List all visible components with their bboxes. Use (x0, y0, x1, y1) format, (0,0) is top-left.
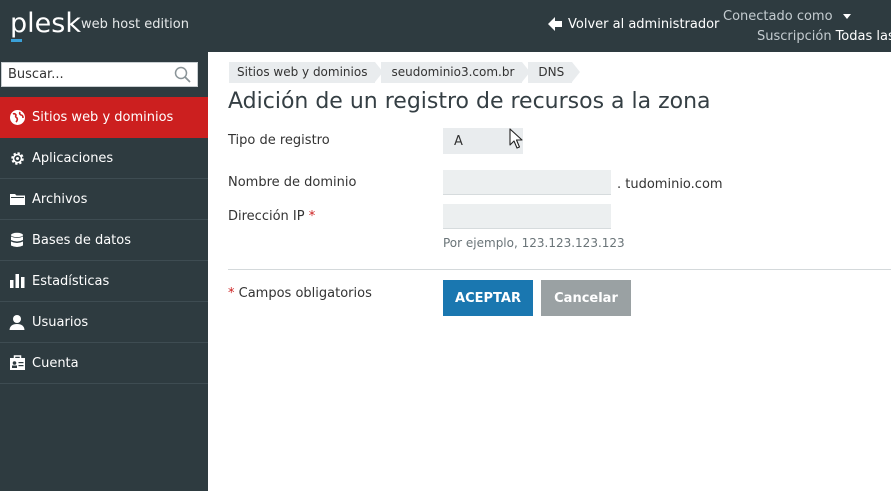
breadcrumb-item-domain[interactable]: seudominio3.com.br (381, 62, 531, 83)
subscription-value: Todas las (835, 29, 891, 44)
sidebar-item-label: Estadísticas (32, 273, 110, 289)
sidebar-item-account[interactable]: Cuenta (0, 343, 208, 384)
domain-suffix: . tudominio.com (617, 177, 723, 192)
cancel-button[interactable]: Cancelar (541, 280, 631, 316)
required-asterisk: * (228, 286, 235, 301)
subscription-label: Suscripción (757, 29, 832, 44)
top-header: plesk web host edition Volver al adminis… (0, 0, 891, 52)
sidebar-item-label: Archivos (32, 191, 88, 207)
bar-chart-icon (8, 272, 26, 290)
breadcrumb-item-websites[interactable]: Sitios web y dominios (229, 62, 384, 83)
ip-address-input[interactable] (443, 204, 611, 229)
sidebar-item-applications[interactable]: Aplicaciones (0, 138, 208, 179)
required-fields-note: * Campos obligatorios (228, 286, 372, 301)
database-icon (8, 231, 26, 249)
sidebar-item-databases[interactable]: Bases de datos (0, 220, 208, 261)
edition-label: web host edition (81, 17, 189, 32)
required-fields-text: Campos obligatorios (238, 286, 372, 301)
ip-address-label: Dirección IP * (228, 209, 315, 224)
gear-icon (8, 149, 26, 167)
plesk-logo[interactable]: plesk (10, 9, 81, 39)
main-content: Sitios web y dominios seudominio3.com.br… (208, 52, 891, 491)
required-asterisk: * (308, 209, 316, 224)
sidebar-item-users[interactable]: Usuarios (0, 302, 208, 343)
mouse-cursor-icon (509, 128, 523, 149)
chevron-down-icon (842, 14, 851, 19)
arrow-left-icon (548, 17, 562, 31)
back-to-admin-link[interactable]: Volver al administrador (547, 16, 719, 32)
ip-address-label-text: Dirección IP (228, 209, 305, 224)
sidebar-item-label: Bases de datos (32, 232, 131, 248)
accept-button[interactable]: ACEPTAR (443, 280, 533, 316)
sidebar-item-label: Cuenta (32, 355, 79, 371)
sidebar-item-label: Aplicaciones (32, 150, 114, 166)
logo-accent (11, 39, 22, 42)
search-icon[interactable] (174, 66, 191, 83)
sidebar-item-websites-domains[interactable]: Sitios web y dominios (0, 97, 208, 138)
breadcrumb: Sitios web y dominios seudominio3.com.br… (229, 62, 581, 83)
account-card-icon (8, 354, 26, 372)
sidebar-item-files[interactable]: Archivos (0, 179, 208, 220)
sidebar-nav: Sitios web y dominios Aplicaciones Archi… (0, 97, 208, 384)
domain-name-label: Nombre de dominio (228, 175, 357, 190)
form-divider (228, 269, 891, 270)
page-title: Adición de un registro de recursos a la … (228, 89, 711, 114)
sidebar-item-statistics[interactable]: Estadísticas (0, 261, 208, 302)
breadcrumb-item-dns[interactable]: DNS (528, 62, 581, 83)
sidebar-item-label: Sitios web y dominios (32, 109, 174, 125)
search-box (1, 62, 198, 87)
folder-icon (8, 190, 26, 208)
connected-as-label: Conectado como (723, 9, 833, 24)
search-input[interactable] (2, 63, 172, 86)
sidebar-item-label: Usuarios (32, 314, 89, 330)
globe-icon (8, 108, 26, 126)
sidebar: Sitios web y dominios Aplicaciones Archi… (0, 52, 208, 491)
domain-name-input[interactable] (443, 170, 611, 195)
user-icon (8, 313, 26, 331)
connected-as-menu[interactable]: Conectado como (723, 9, 851, 24)
back-to-admin-label: Volver al administrador (568, 16, 720, 32)
ip-address-hint: Por ejemplo, 123.123.123.123 (443, 236, 625, 250)
record-type-label: Tipo de registro (228, 133, 330, 148)
subscription-selector[interactable]: Suscripción Todas las (757, 29, 891, 44)
